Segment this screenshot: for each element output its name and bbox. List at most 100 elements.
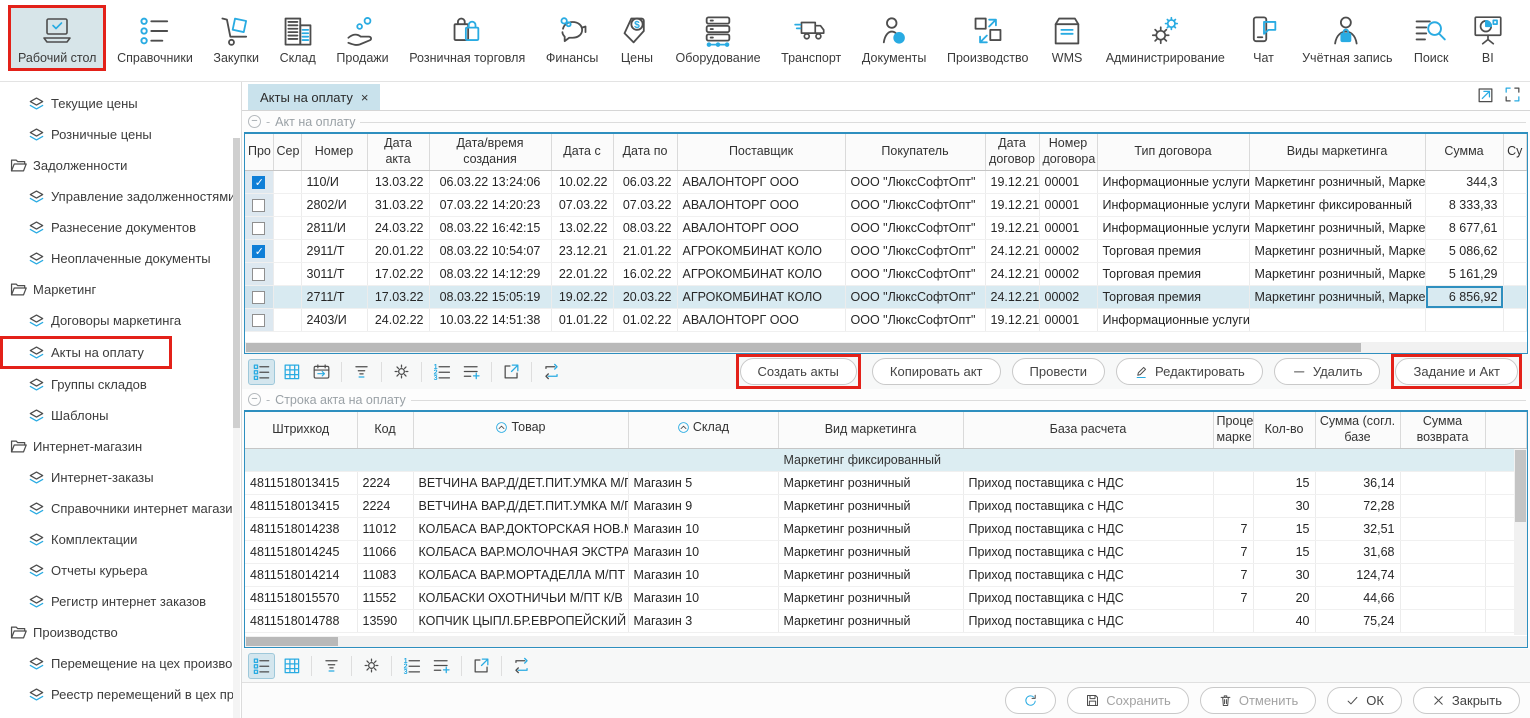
cell[interactable]: 2911/Т — [301, 239, 367, 262]
sidebar-scrollbar-thumb[interactable] — [233, 138, 240, 428]
cell[interactable]: Маркетинг розничный — [778, 494, 963, 517]
ribbon-item-purchases[interactable]: Закупки — [203, 5, 269, 71]
cell[interactable]: 2711/Т — [301, 285, 367, 308]
column-header[interactable]: Дата/время создания — [429, 134, 551, 170]
cell[interactable]: 08.03.22 10:54:07 — [429, 239, 551, 262]
row-checkbox[interactable] — [252, 222, 265, 235]
settings-button[interactable] — [358, 653, 385, 679]
sidebar-item-leaf[interactable]: Реестр перемещений в цех пр — [0, 679, 241, 710]
cell[interactable]: ВЕТЧИНА ВАР.Д/ДЕТ.ПИТ.УМКА М/П — [413, 494, 628, 517]
cell[interactable]: Маркетинг розничный — [778, 517, 963, 540]
grid-view-button[interactable] — [278, 653, 305, 679]
ribbon-item-wms[interactable]: WMS — [1039, 5, 1095, 71]
sidebar-item-leaf[interactable]: Справочники интернет магази — [0, 493, 241, 524]
acts-grid-hscrollbar[interactable] — [245, 342, 1527, 353]
tab-close-icon[interactable]: × — [361, 90, 369, 105]
cell[interactable]: 11012 — [357, 517, 413, 540]
cell[interactable]: 30 — [1253, 563, 1315, 586]
sidebar-item-leaf[interactable]: Акты на оплату — [0, 336, 172, 369]
cell[interactable]: 15 — [1253, 540, 1315, 563]
cell[interactable]: ООО "ЛюксСофтОпт" — [845, 285, 985, 308]
cell[interactable]: 22.01.22 — [551, 262, 613, 285]
cell[interactable]: 20 — [1253, 586, 1315, 609]
cell[interactable]: 4811518013415 — [245, 494, 357, 517]
ribbon-item-references[interactable]: Справочники — [107, 5, 203, 71]
sidebar-scrollbar[interactable] — [233, 138, 240, 718]
cell[interactable]: 15 — [1253, 517, 1315, 540]
cell[interactable]: АВАЛОНТОРГ ООО — [677, 193, 845, 216]
numbered-list-button[interactable]: 123 — [398, 653, 425, 679]
cell[interactable]: Маркетинг розничный — [778, 471, 963, 494]
column-header[interactable]: Сер — [273, 134, 301, 170]
cell[interactable]: 5 086,62 — [1425, 239, 1503, 262]
cell[interactable]: 19.12.21 — [985, 308, 1039, 331]
row-checkbox[interactable] — [252, 268, 265, 281]
cell[interactable] — [1400, 471, 1485, 494]
sidebar-item-leaf[interactable]: Комплектации — [0, 524, 241, 555]
cell[interactable] — [1400, 494, 1485, 517]
cell[interactable]: 00001 — [1039, 308, 1097, 331]
cell[interactable]: Приход поставщика с НДС — [963, 540, 1213, 563]
cell[interactable]: 24.12.21 — [985, 239, 1039, 262]
cell[interactable]: 5 161,29 — [1425, 262, 1503, 285]
cell[interactable]: 30 — [1253, 494, 1315, 517]
cell[interactable]: 07.03.22 — [613, 193, 677, 216]
sidebar-item-folder[interactable]: Маркетинг — [0, 274, 241, 305]
cell[interactable]: 10.02.22 — [551, 170, 613, 193]
cell[interactable]: 08.03.22 — [613, 216, 677, 239]
cell[interactable] — [1400, 540, 1485, 563]
cell[interactable]: Магазин 10 — [628, 517, 778, 540]
hscrollbar-thumb[interactable] — [246, 637, 338, 646]
cell[interactable]: ООО "ЛюксСофтОпт" — [845, 308, 985, 331]
ribbon-item-transport[interactable]: Транспорт — [771, 5, 851, 71]
cell[interactable]: Магазин 10 — [628, 563, 778, 586]
cell[interactable]: Маркетинг розничный — [778, 563, 963, 586]
row-checkbox[interactable] — [252, 176, 265, 189]
cell[interactable]: 3011/Т — [301, 262, 367, 285]
cell[interactable]: 08.03.22 14:12:29 — [429, 262, 551, 285]
сохранить-button[interactable]: Сохранить — [1067, 687, 1189, 714]
cell[interactable]: 13590 — [357, 609, 413, 632]
cell[interactable]: 4811518015570 — [245, 586, 357, 609]
group-row[interactable]: Маркетинг фиксированный — [245, 448, 1527, 471]
создать-акты-button[interactable]: Создать акты — [740, 358, 857, 385]
cell[interactable]: АГРОКОМБИНАТ КОЛО — [677, 285, 845, 308]
refresh-button[interactable] — [1005, 687, 1056, 714]
sidebar-item-leaf[interactable]: Розничные цены — [0, 119, 241, 150]
row-checkbox[interactable] — [252, 291, 265, 304]
cell[interactable]: 7 — [1213, 563, 1253, 586]
cell[interactable] — [1249, 308, 1425, 331]
cell[interactable]: 7 — [1213, 540, 1253, 563]
cell[interactable]: 2802/И — [301, 193, 367, 216]
cell[interactable]: 8 677,61 — [1425, 216, 1503, 239]
cell[interactable] — [273, 262, 301, 285]
cell[interactable]: 08.03.22 16:42:15 — [429, 216, 551, 239]
cell[interactable]: АГРОКОМБИНАТ КОЛО — [677, 239, 845, 262]
cell[interactable] — [273, 308, 301, 331]
cell[interactable]: 07.03.22 14:20:23 — [429, 193, 551, 216]
lines-table-row[interactable]: 481151801557011552КОЛБАСКИ ОХОТНИЧЬИ М/П… — [245, 586, 1527, 609]
cell[interactable]: Магазин 9 — [628, 494, 778, 517]
ribbon-item-chat[interactable]: Чат — [1236, 5, 1292, 71]
cell[interactable] — [273, 216, 301, 239]
cell[interactable]: 19.12.21 — [985, 170, 1039, 193]
cell[interactable]: Приход поставщика с НДС — [963, 586, 1213, 609]
column-header[interactable]: Дата акта — [367, 134, 429, 170]
column-header[interactable]: База расчета — [963, 412, 1213, 448]
sidebar-item-folder[interactable]: Интернет-магазин — [0, 431, 241, 462]
cell[interactable]: Информационные услуги — [1097, 216, 1249, 239]
cell[interactable]: ООО "ЛюксСофтОпт" — [845, 262, 985, 285]
column-header[interactable]: Штрихкод — [245, 412, 357, 448]
column-header[interactable]: Покупатель — [845, 134, 985, 170]
cell[interactable] — [1503, 308, 1527, 331]
open-in-window-icon[interactable] — [1476, 85, 1495, 104]
row-checkbox[interactable] — [252, 199, 265, 212]
lines-grid-vscrollbar[interactable] — [1514, 449, 1527, 635]
calendar-view-button[interactable] — [308, 359, 335, 385]
ribbon-item-finance[interactable]: Финансы — [536, 5, 608, 71]
закрыть-button[interactable]: Закрыть — [1413, 687, 1520, 714]
column-header[interactable]: Сумма — [1425, 134, 1503, 170]
удалить-button[interactable]: Удалить — [1274, 358, 1381, 385]
cell[interactable]: 00002 — [1039, 239, 1097, 262]
lines-table-row[interactable]: 481151801478813590КОПЧИК ЦЫПЛ.БР.ЕВРОПЕЙ… — [245, 609, 1527, 632]
